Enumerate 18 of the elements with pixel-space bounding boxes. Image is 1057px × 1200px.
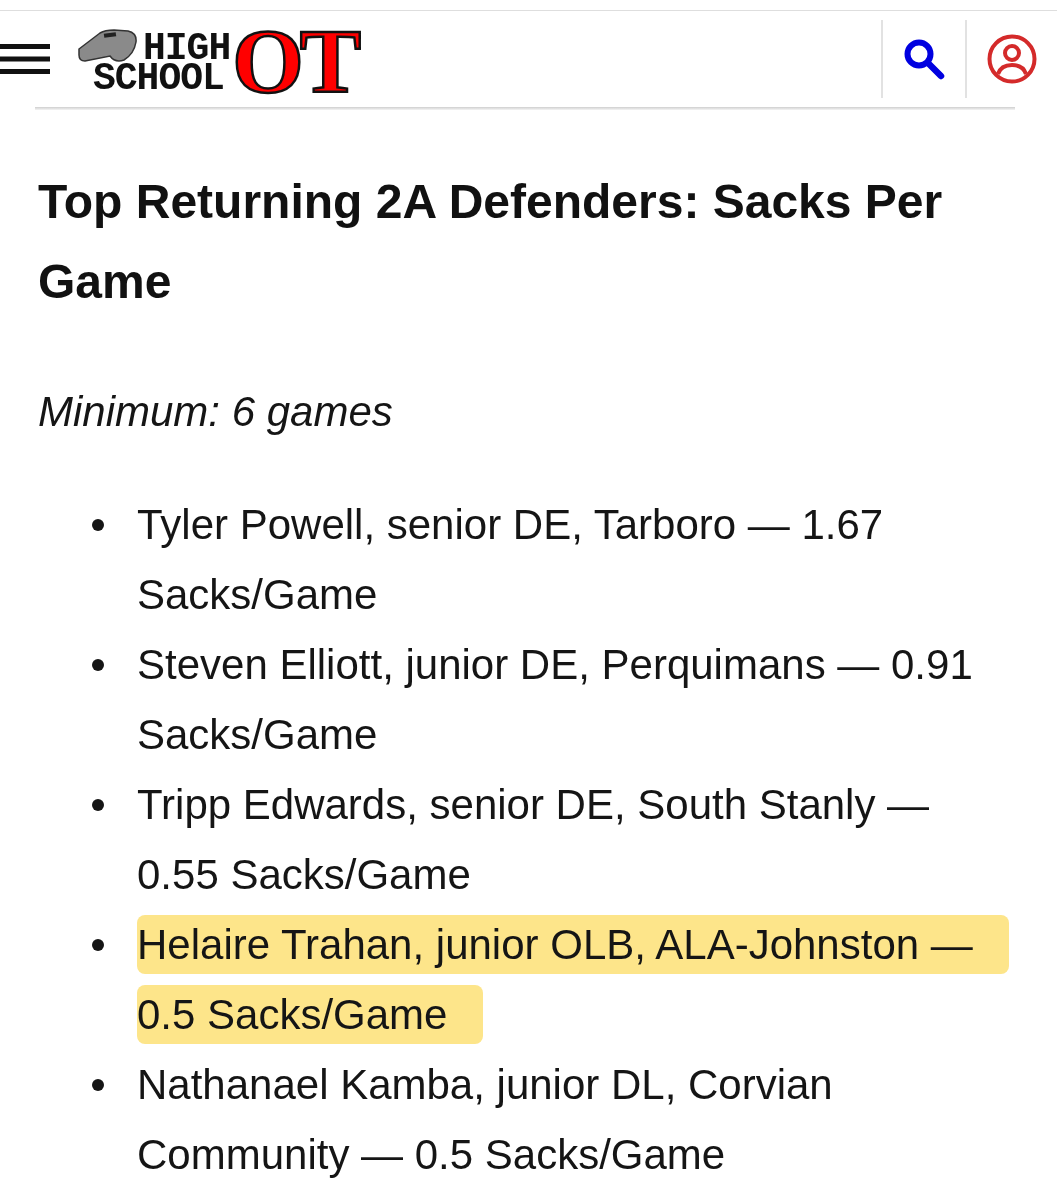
logo-text: HIGH: [143, 33, 231, 64]
bullet-icon: [92, 519, 104, 531]
menu-icon[interactable]: [0, 44, 50, 74]
user-account-icon[interactable]: [987, 34, 1037, 84]
search-icon[interactable]: [903, 38, 945, 80]
criteria-note: Minimum: 6 games: [38, 387, 394, 437]
bullet-icon: [92, 659, 104, 671]
list-item-text: Tyler Powell, senior DE, Tarboro — 1.67 Sacks/Game: [137, 500, 885, 620]
bullet-icon: [92, 799, 104, 811]
list-item-text: Tripp Edwards, senior DE, South Stanly — 0.55 Sacks/Game: [137, 780, 931, 900]
logo-mark: OT: [232, 26, 358, 96]
logo-text: SCHOOL: [92, 63, 224, 94]
bullet-icon: [92, 1079, 104, 1091]
list-item-text: Steven Elliott, junior DE, Perquimans — 0.91 Sacks/Game: [137, 640, 974, 760]
bullet-icon: [92, 939, 104, 951]
article-title: Top Returning 2A Defenders: Sacks Per Game: [38, 174, 944, 310]
list-item-text: Nathanael Kamba, junior DL, Corvian Community — 0.5 Sacks/Game: [137, 1060, 834, 1180]
whistle-icon: [78, 28, 138, 63]
